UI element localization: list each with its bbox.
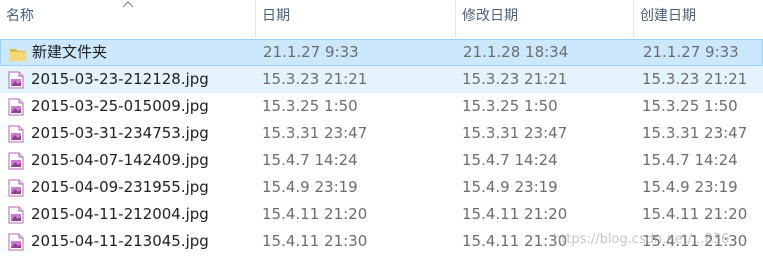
sort-ascending-caret-icon — [122, 1, 134, 8]
column-header-created-label: 创建日期 — [640, 8, 696, 24]
file-date: 15.3.23 21:21 — [262, 70, 368, 88]
image-file-icon — [8, 174, 26, 201]
file-name: 2015-04-11-213045.jpg — [31, 232, 209, 250]
file-name: 2015-04-09-231955.jpg — [31, 178, 209, 196]
column-header-date-label: 日期 — [262, 8, 290, 24]
file-list: 新建文件夹 21.1.27 9:33 21.1.28 18:34 21.1.27 9:… — [0, 39, 763, 255]
file-name: 2015-04-07-142409.jpg — [31, 151, 209, 169]
folder-icon — [9, 39, 27, 66]
column-header-date[interactable]: 日期 — [256, 0, 456, 38]
file-modified-date: 15.3.25 1:50 — [462, 97, 558, 115]
file-modified-date: 15.4.11 21:20 — [462, 205, 568, 223]
file-modified-date: 15.4.11 21:30 — [462, 232, 568, 250]
file-date: 15.4.7 14:24 — [262, 151, 358, 169]
column-header-name-label: 名称 — [6, 8, 34, 24]
column-header-bar: 名称 日期 修改日期 创建日期 — [0, 0, 763, 38]
file-row[interactable]: 2015-03-25-015009.jpg 15.3.25 1:50 15.3.25… — [0, 93, 763, 120]
file-row[interactable]: 2015-04-11-212004.jpg 15.4.11 21:20 15.4.1… — [0, 201, 763, 228]
file-created-date: 15.4.11 21:30 — [642, 232, 748, 250]
file-date: 15.3.31 23:47 — [262, 124, 368, 142]
file-date: 15.4.9 23:19 — [262, 178, 358, 196]
image-file-icon — [8, 201, 26, 228]
file-date: 15.3.25 1:50 — [262, 97, 358, 115]
folder-row[interactable]: 新建文件夹 21.1.27 9:33 21.1.28 18:34 21.1.27 9:… — [0, 39, 763, 66]
file-row[interactable]: 2015-03-31-234753.jpg 15.3.31 23:47 15.3.3… — [0, 120, 763, 147]
file-modified-date: 15.4.9 23:19 — [462, 178, 558, 196]
image-file-icon — [8, 93, 26, 120]
file-created-date: 15.4.11 21:20 — [642, 205, 748, 223]
file-date: 15.4.11 21:20 — [262, 205, 368, 223]
column-header-created[interactable]: 创建日期 — [634, 0, 763, 38]
file-row[interactable]: 2015-03-23-212128.jpg 15.3.23 21:21 15.3.2… — [0, 66, 763, 93]
file-name: 2015-03-25-015009.jpg — [31, 97, 209, 115]
file-date: 15.4.11 21:30 — [262, 232, 368, 250]
file-name: 2015-04-11-212004.jpg — [31, 205, 209, 223]
image-file-icon — [8, 228, 26, 255]
file-created-date: 15.3.31 23:47 — [642, 124, 748, 142]
file-created-date: 15.3.23 21:21 — [642, 70, 748, 88]
file-modified-date: 15.3.31 23:47 — [462, 124, 568, 142]
image-file-icon — [8, 120, 26, 147]
file-created-date: 15.4.7 14:24 — [642, 151, 738, 169]
file-modified-date: 21.1.28 18:34 — [463, 43, 569, 61]
file-date: 21.1.27 9:33 — [263, 43, 359, 61]
file-name: 2015-03-23-212128.jpg — [31, 70, 209, 88]
image-file-icon — [8, 147, 26, 174]
file-created-date: 15.3.25 1:50 — [642, 97, 738, 115]
file-modified-date: 15.3.23 21:21 — [462, 70, 568, 88]
file-name: 2015-03-31-234753.jpg — [31, 124, 209, 142]
file-created-date: 15.4.9 23:19 — [642, 178, 738, 196]
file-name: 新建文件夹 — [32, 43, 108, 61]
file-modified-date: 15.4.7 14:24 — [462, 151, 558, 169]
column-header-modified-label: 修改日期 — [462, 8, 518, 24]
column-header-modified[interactable]: 修改日期 — [456, 0, 634, 38]
file-row[interactable]: 2015-04-09-231955.jpg 15.4.9 23:19 15.4.9 … — [0, 174, 763, 201]
image-file-icon — [8, 66, 26, 93]
file-created-date: 21.1.27 9:33 — [643, 43, 739, 61]
file-row[interactable]: 2015-04-07-142409.jpg 15.4.7 14:24 15.4.7 … — [0, 147, 763, 174]
file-row[interactable]: 2015-04-11-213045.jpg 15.4.11 21:30 15.4.1… — [0, 228, 763, 255]
